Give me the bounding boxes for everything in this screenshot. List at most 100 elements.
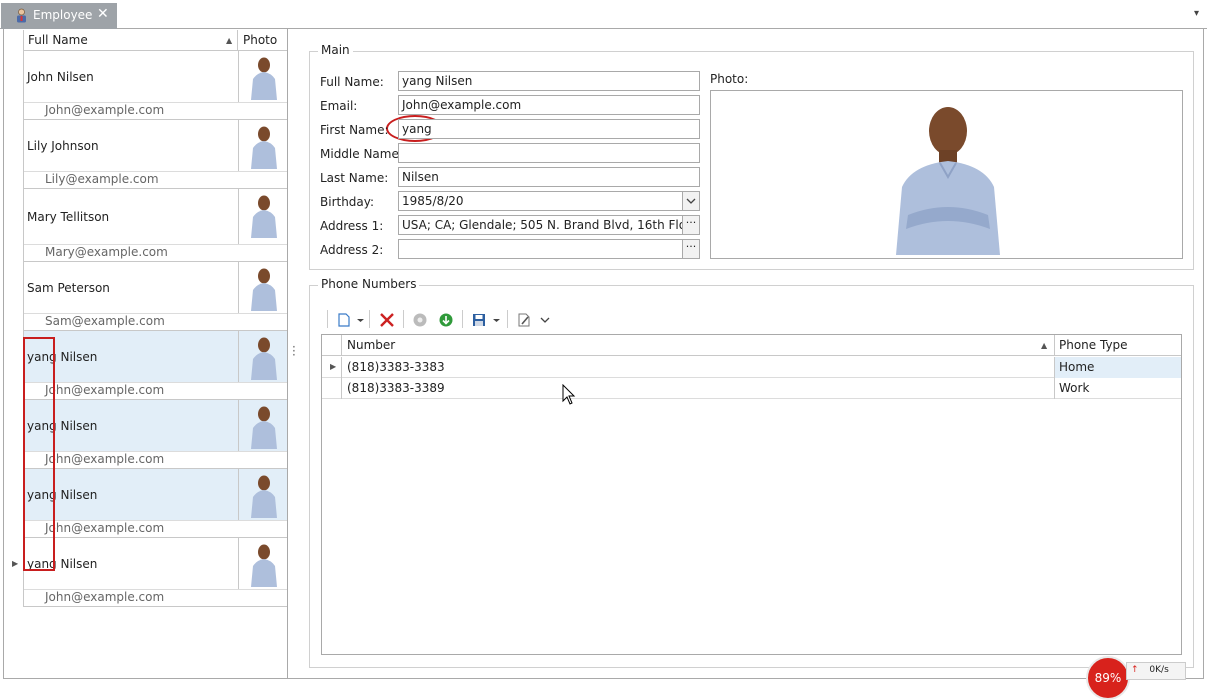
row-indicator-header [322,335,342,356]
photo-editor[interactable] [710,90,1183,259]
list-item[interactable]: yang Nilsen John@example.com [24,400,287,469]
tab-label: Employee [33,8,93,22]
phone-type-cell[interactable]: Home [1055,357,1181,378]
employee-email: Mary@example.com [45,245,168,259]
first-name-label: First Name: [320,123,389,137]
toolbar-separator [369,310,370,328]
close-icon[interactable]: ✕ [97,6,109,22]
record-main-row[interactable]: Sam Peterson [24,262,287,314]
employee-name: Mary Tellitson [27,209,110,224]
photo-cell[interactable] [238,400,288,451]
list-item[interactable]: Lily Johnson Lily@example.com [24,120,287,189]
main-group-title: Main [318,43,353,57]
new-dropdown-icon[interactable] [356,311,365,329]
toolbar-separator [462,310,463,328]
email-label: Email: [320,99,358,113]
column-header-number[interactable]: Number [343,335,1055,356]
save-dropdown-icon[interactable] [492,311,501,329]
birthday-dropdown-button[interactable] [682,191,700,211]
email-field[interactable]: John@example.com [398,95,700,115]
employee-name: yang Nilsen [27,418,98,433]
last-name-field[interactable]: Nilsen [398,167,700,187]
photo-cell[interactable] [238,189,288,244]
column-header-photo[interactable]: Photo [239,30,287,51]
address1-ellipsis-button[interactable]: ··· [682,215,700,235]
address1-field[interactable]: USA; CA; Glendale; 505 N. Brand Blvd, 16… [398,215,684,235]
phone-numbers-title: Phone Numbers [318,277,420,291]
row-indicator [322,378,342,399]
employee-thumbnail [251,337,277,380]
toolbar-separator [507,310,508,328]
photo-cell[interactable] [238,538,288,589]
birthday-label: Birthday: [320,195,375,209]
full-name-field[interactable]: yang Nilsen [398,71,700,91]
delete-icon[interactable] [378,311,396,329]
photo-label: Photo: [710,72,749,86]
birthday-field[interactable]: 1985/8/20 [398,191,684,211]
record-main-row[interactable]: yang Nilsen [24,400,287,452]
table-row[interactable]: (818)3383-3389 Work [322,378,1181,399]
list-item[interactable]: yang Nilsen John@example.com [24,469,287,538]
record-main-row[interactable]: Lily Johnson [24,120,287,172]
address2-field[interactable] [398,239,684,259]
photo-cell[interactable] [238,262,288,313]
phone-type-cell[interactable]: Work [1055,378,1181,399]
phone-number-cell[interactable]: (818)3383-3383 [343,357,1055,378]
list-item[interactable]: Mary Tellitson Mary@example.com [24,189,287,262]
employee-name: yang Nilsen [27,556,98,571]
employee-email: Lily@example.com [45,172,159,186]
record-main-row[interactable]: yang Nilsen [24,331,287,383]
phone-grid-header: Number ▲ Phone Type [322,335,1181,356]
employee-thumbnail [251,406,277,449]
save-icon[interactable] [470,311,488,329]
photo-cell[interactable] [238,120,288,171]
address2-ellipsis-button[interactable]: ··· [682,239,700,259]
photo-cell[interactable] [238,331,288,382]
sort-ascending-icon: ▲ [1041,341,1048,350]
save-record-icon[interactable] [437,311,455,329]
splitter-handle[interactable]: · · · [292,341,296,361]
middle-name-label: Middle Name: [320,147,403,161]
column-header-phone-type-label: Phone Type [1059,338,1128,352]
photo-cell[interactable] [238,51,288,102]
employee-name: yang Nilsen [27,487,98,502]
row-indicator-icon: ▶ [12,559,19,568]
tab-employee[interactable]: Employee ✕ [1,3,117,29]
record-main-row[interactable]: John Nilsen [24,51,287,103]
record-main-row[interactable]: yang Nilsen [24,538,287,590]
phone-number-cell[interactable]: (818)3383-3389 [343,378,1055,399]
employee-thumbnail [251,544,277,587]
chevron-down-icon[interactable]: ▾ [1194,8,1199,19]
column-header-photo-label: Photo [243,33,278,47]
employee-photo [896,107,1000,255]
employee-email: John@example.com [45,103,165,117]
list-item[interactable]: yang Nilsen John@example.com [24,538,287,607]
address2-label: Address 2: [320,243,384,257]
phone-toolbar [325,309,565,329]
first-name-field[interactable]: yang [398,119,700,139]
new-record-icon[interactable] [335,311,353,329]
employee-thumbnail [251,475,277,518]
middle-name-field[interactable] [398,143,700,163]
upload-arrow-icon: ↑ [1131,665,1139,675]
column-header-full-name[interactable]: Full Name ▲ [24,30,238,51]
chevron-down-icon[interactable] [538,311,552,329]
employee-name: yang Nilsen [27,349,98,364]
cancel-edit-icon[interactable] [411,311,429,329]
employee-thumbnail [251,195,277,238]
grid-header: Full Name ▲ Photo [23,30,287,51]
list-item[interactable]: John Nilsen John@example.com [24,51,287,120]
column-header-phone-type[interactable]: Phone Type [1055,335,1181,356]
employee-name: Lily Johnson [27,138,99,153]
photo-cell[interactable] [238,469,288,520]
list-item[interactable]: Sam Peterson Sam@example.com [24,262,287,331]
list-item[interactable]: yang Nilsen John@example.com [24,331,287,400]
employee-name: Sam Peterson [27,280,110,295]
chevron-down-icon [686,198,696,204]
record-main-row[interactable]: yang Nilsen [24,469,287,521]
table-row[interactable]: ▶ (818)3383-3383 Home [322,357,1181,378]
edit-tool-icon[interactable] [515,311,533,329]
address1-label: Address 1: [320,219,384,233]
row-indicator-icon: ▶ [322,357,342,378]
record-main-row[interactable]: Mary Tellitson [24,189,287,245]
